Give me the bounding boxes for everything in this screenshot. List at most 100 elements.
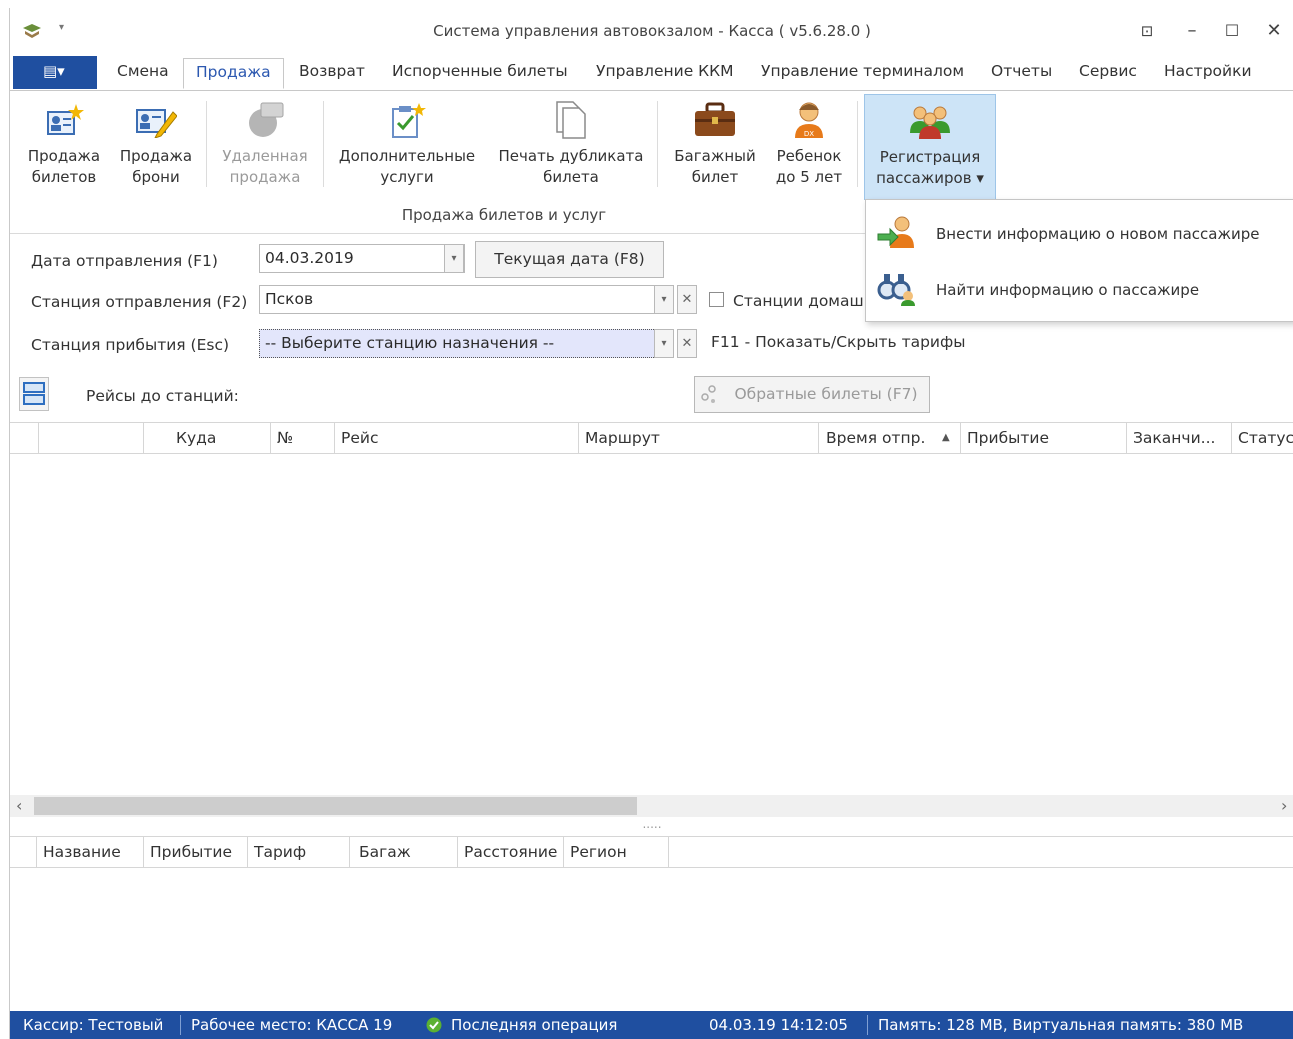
- departure-station-clear-icon[interactable]: ✕: [677, 285, 697, 314]
- column-header-region[interactable]: Регион: [564, 837, 669, 867]
- datetime-status: 04.03.19 14:12:05: [709, 1016, 848, 1034]
- ticket-sale-label-2: билетов: [31, 168, 97, 186]
- column-header-status[interactable]: Статус: [1232, 423, 1293, 453]
- departure-time-header-label: Время отпр.: [826, 429, 926, 447]
- row-indicator-header: [10, 837, 37, 867]
- departure-station-field[interactable]: Псков: [259, 285, 674, 314]
- duplicate-print-label-1: Печать дубликата: [498, 147, 644, 165]
- booking-sale-button[interactable]: Продажа брони: [114, 94, 198, 194]
- check-ok-icon: [426, 1017, 442, 1033]
- child-ticket-label-2: до 5 лет: [775, 168, 843, 186]
- column-header-number[interactable]: №: [271, 423, 335, 453]
- menu-item-add-passenger[interactable]: Внести информацию о новом пассажире: [866, 206, 1293, 258]
- booking-sale-label-1: Продажа: [119, 147, 193, 165]
- luggage-ticket-button[interactable]: Багажный билет: [667, 94, 763, 194]
- scroll-right-icon[interactable]: ›: [1281, 796, 1287, 815]
- minimize-button[interactable]: –: [1178, 18, 1206, 44]
- column-header-tariff[interactable]: Тариф: [248, 837, 350, 867]
- panel-splitter[interactable]: .....: [10, 818, 1293, 836]
- menu-item-find-passenger-label: Найти информацию о пассажире: [936, 281, 1200, 299]
- remote-sale-label-2: продажа: [229, 168, 301, 186]
- ribbon-separator: [857, 101, 858, 187]
- passenger-registration-menu: Внести информацию о новом пассажире Найт…: [865, 199, 1293, 322]
- arrival-station-dropdown-icon[interactable]: ▾: [654, 329, 674, 358]
- tab-return[interactable]: Возврат: [299, 62, 365, 80]
- panel-layout-icon: [23, 382, 45, 405]
- arrival-station-field[interactable]: -- Выберите станцию назначения --: [259, 329, 674, 358]
- passenger-registration-button[interactable]: Регистрация пассажиров ▾: [864, 94, 996, 200]
- tab-service[interactable]: Сервис: [1079, 62, 1137, 80]
- column-header[interactable]: [39, 423, 144, 453]
- departure-station-dropdown-icon[interactable]: ▾: [654, 285, 674, 314]
- ribbon-separator: [657, 101, 658, 187]
- child-ticket-label-1: Ребенок: [776, 147, 842, 165]
- extra-services-label-2: услуги: [380, 168, 434, 186]
- cashier-status: Кассир: Тестовый: [23, 1016, 164, 1034]
- window-title: Система управления автовокзалом - Касса …: [433, 22, 871, 40]
- stations-grid: Название Прибытие Тариф Багаж Расстояние…: [10, 836, 1293, 869]
- trips-grid: Куда № Рейс Маршрут Время отпр. ▲ Прибыт…: [10, 422, 1293, 819]
- column-header-name[interactable]: Название: [37, 837, 144, 867]
- file-menu-button[interactable]: ▤▾: [13, 56, 97, 89]
- column-header-distance[interactable]: Расстояние: [458, 837, 564, 867]
- home-stations-checkbox[interactable]: [709, 292, 724, 307]
- column-header-trip[interactable]: Рейс: [335, 423, 579, 453]
- ribbon-display-icon[interactable]: ⊡: [1133, 18, 1161, 44]
- remote-sale-label-1: Удаленная: [222, 147, 308, 165]
- add-passenger-icon: [877, 216, 914, 248]
- svg-text:DX: DX: [804, 130, 814, 138]
- duplicate-print-button[interactable]: Печать дубликата билета: [492, 94, 650, 194]
- column-header[interactable]: [10, 423, 39, 453]
- luggage-icon: [695, 102, 735, 136]
- tab-sale[interactable]: Продажа: [183, 58, 284, 89]
- return-tickets-button: Обратные билеты (F7): [694, 376, 930, 413]
- scroll-left-icon[interactable]: ‹: [16, 796, 22, 815]
- close-button[interactable]: ✕: [1260, 18, 1288, 44]
- column-header-luggage[interactable]: Багаж: [350, 837, 458, 867]
- ticket-sale-label-1: Продажа: [27, 147, 101, 165]
- tab-kkm[interactable]: Управление ККМ: [596, 62, 734, 80]
- status-bar: Кассир: Тестовый Рабочее место: КАССА 19…: [10, 1011, 1293, 1039]
- home-stations-label: Станции домаш: [733, 292, 864, 310]
- date-dropdown-icon[interactable]: ▾: [444, 244, 464, 273]
- tab-settings[interactable]: Настройки: [1164, 62, 1252, 80]
- sort-ascending-icon: ▲: [942, 432, 950, 443]
- column-header-arrival[interactable]: Прибытие: [144, 837, 248, 867]
- column-header-ends[interactable]: Заканчи...: [1127, 423, 1232, 453]
- horizontal-scrollbar[interactable]: ‹ ›: [10, 795, 1293, 817]
- departure-station-label: Станция отправления (F2): [31, 293, 248, 311]
- tab-terminal[interactable]: Управление терминалом: [761, 62, 964, 80]
- child-ticket-button[interactable]: DX Ребенок до 5 лет: [767, 94, 851, 194]
- scrollbar-thumb[interactable]: [34, 797, 637, 815]
- title-bar: ▾ Система управления автовокзалом - Касс…: [10, 8, 1293, 54]
- return-tickets-label: Обратные билеты (F7): [734, 385, 918, 403]
- tab-reports[interactable]: Отчеты: [991, 62, 1052, 80]
- column-header-arrival[interactable]: Прибытие: [961, 423, 1127, 453]
- booking-sale-label-2: брони: [132, 168, 180, 186]
- stations-grid-header: Название Прибытие Тариф Багаж Расстояние…: [10, 836, 1293, 868]
- ribbon-separator: [323, 101, 324, 187]
- last-operation-status[interactable]: Последняя операция: [451, 1011, 617, 1039]
- ticket-sale-button[interactable]: Продажа билетов: [23, 94, 105, 194]
- route-pins-icon: [701, 385, 716, 403]
- tab-shift[interactable]: Смена: [117, 62, 169, 80]
- duplicate-print-label-2: билета: [543, 168, 599, 186]
- column-header-route[interactable]: Маршрут: [579, 423, 819, 453]
- collapse-panel-button[interactable]: [19, 377, 49, 411]
- column-header-destination[interactable]: Куда: [144, 423, 271, 453]
- current-date-button[interactable]: Текущая дата (F8): [475, 241, 664, 278]
- extra-services-button[interactable]: Дополнительные услуги: [332, 94, 482, 194]
- menu-item-find-passenger[interactable]: Найти информацию о пассажире: [866, 262, 1293, 314]
- arrival-station-clear-icon[interactable]: ✕: [677, 329, 697, 358]
- departure-date-field[interactable]: 04.03.2019: [259, 244, 465, 273]
- remote-sale-button: Удаленная продажа: [215, 94, 315, 194]
- ticket-sale-icon: [47, 104, 84, 135]
- routes-label: Рейсы до станций:: [86, 387, 239, 405]
- luggage-ticket-label-2: билет: [691, 168, 739, 186]
- duplicate-print-icon: [556, 101, 586, 139]
- child-icon: DX: [795, 102, 823, 138]
- maximize-button[interactable]: ☐: [1218, 18, 1246, 44]
- tab-spoiled-tickets[interactable]: Испорченные билеты: [392, 62, 568, 80]
- column-header-departure-time[interactable]: Время отпр. ▲: [819, 423, 961, 453]
- tariffs-hint: F11 - Показать/Скрыть тарифы: [711, 333, 966, 351]
